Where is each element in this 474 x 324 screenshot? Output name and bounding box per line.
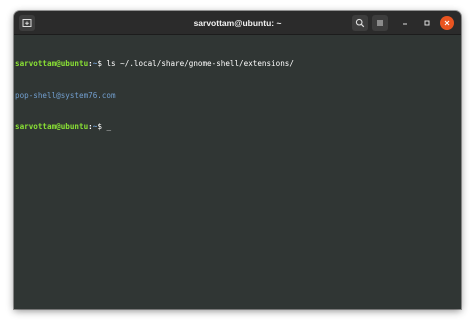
close-icon	[444, 20, 450, 26]
text-cursor: _	[106, 122, 112, 131]
close-button[interactable]	[440, 16, 454, 30]
maximize-button[interactable]	[419, 15, 435, 31]
terminal-window: sarvottam@ubuntu: ~ sarvottam@ubuntu:~$ …	[14, 11, 461, 309]
command-text: ls ~/.local/share/gnome-shell/extensions…	[106, 59, 294, 68]
window-title: sarvottam@ubuntu: ~	[193, 18, 282, 28]
search-icon	[355, 18, 365, 28]
hamburger-menu-icon	[377, 20, 383, 26]
terminal-output[interactable]: sarvottam@ubuntu:~$ ls ~/.local/share/gn…	[14, 35, 461, 154]
output-line: pop-shell@system76.com	[15, 91, 461, 102]
search-button[interactable]	[352, 15, 368, 31]
maximize-icon	[424, 20, 430, 26]
directory-entry: pop-shell@system76.com	[15, 90, 116, 100]
command-line: sarvottam@ubuntu:~$ _	[15, 122, 461, 133]
menu-button[interactable]	[372, 15, 388, 31]
prompt-user-host: sarvottam@ubuntu	[15, 122, 89, 131]
command-line: sarvottam@ubuntu:~$ ls ~/.local/share/gn…	[15, 59, 461, 70]
prompt-user-host: sarvottam@ubuntu	[15, 59, 89, 68]
title-bar[interactable]: sarvottam@ubuntu: ~	[14, 11, 461, 35]
minimize-icon	[403, 23, 407, 25]
minimize-button[interactable]	[397, 15, 413, 31]
